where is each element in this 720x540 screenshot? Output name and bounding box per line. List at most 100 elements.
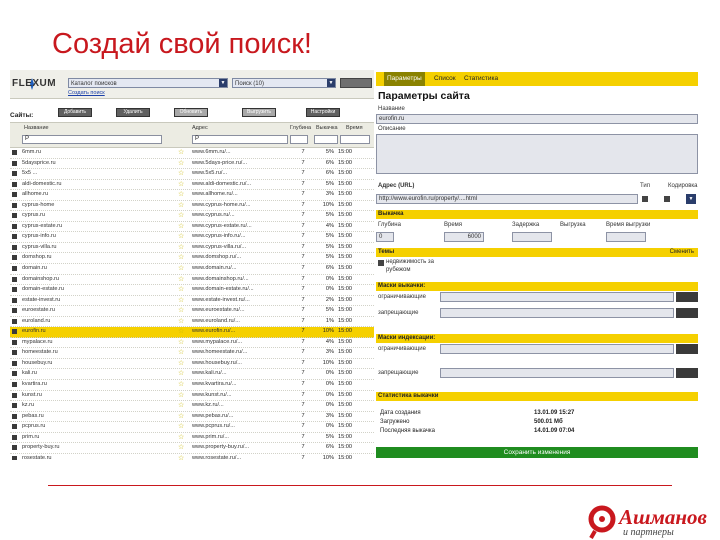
export-time-input[interactable] bbox=[606, 232, 646, 242]
star-icon[interactable]: ☆ bbox=[178, 201, 184, 210]
table-row[interactable]: domain.ru ☆ www.domain.ru/... 7 6% 15:00 bbox=[10, 264, 374, 275]
table-row[interactable]: kali.ru ☆ www.kali.ru/... 7 0% 15:00 bbox=[10, 369, 374, 381]
fetch-mask-deny-button[interactable] bbox=[676, 308, 698, 318]
table-row[interactable]: estate-invest.ru ☆ www.estate-invest.ru/..… bbox=[10, 296, 374, 307]
name-input[interactable]: eurofin.ru bbox=[376, 114, 698, 124]
star-icon[interactable]: ☆ bbox=[178, 317, 184, 326]
row-checkbox[interactable] bbox=[12, 255, 17, 261]
star-icon[interactable]: ☆ bbox=[178, 264, 184, 273]
row-checkbox[interactable] bbox=[12, 202, 17, 208]
col-depth-header[interactable]: Глубина bbox=[290, 125, 311, 131]
fetch-mask-allow-button[interactable] bbox=[676, 292, 698, 302]
row-checkbox[interactable] bbox=[12, 297, 17, 303]
row-checkbox[interactable] bbox=[12, 266, 17, 272]
table-row[interactable]: cyprus-info.ru ☆ www.cyprus-info.ru/... 7 5%… bbox=[10, 232, 374, 243]
tab-params[interactable]: Параметры bbox=[384, 72, 425, 86]
url-input[interactable]: http://www.eurofin.ru/property/....html bbox=[376, 194, 638, 204]
tab-stats[interactable]: Статистика bbox=[464, 72, 498, 86]
star-icon[interactable]: ☆ bbox=[178, 190, 184, 199]
star-icon[interactable]: ☆ bbox=[178, 348, 184, 357]
table-row[interactable]: cyprus.ru ☆ www.cyprus.ru/... 7 5% 15:00 bbox=[10, 211, 374, 222]
fetch-filter-input[interactable] bbox=[314, 135, 338, 144]
settings-button[interactable]: Настройки bbox=[306, 108, 340, 117]
row-checkbox[interactable] bbox=[12, 244, 17, 250]
row-checkbox[interactable] bbox=[12, 350, 17, 356]
star-icon[interactable]: ☆ bbox=[178, 232, 184, 241]
star-icon[interactable]: ☆ bbox=[178, 422, 184, 431]
table-row[interactable]: property-buy.ru ☆ www.property-buy.ru/... 7… bbox=[10, 443, 374, 454]
star-icon[interactable]: ☆ bbox=[178, 306, 184, 315]
save-changes-button[interactable]: Сохранить изменения bbox=[376, 447, 698, 458]
export-button[interactable]: Выгрузить bbox=[242, 108, 276, 117]
col-url-header[interactable]: Адрес bbox=[192, 125, 208, 131]
table-row[interactable]: pebas.ru ☆ www.pebas.ru/... 7 3% 15:00 bbox=[10, 412, 374, 423]
row-checkbox[interactable] bbox=[12, 318, 17, 324]
desc-textarea[interactable] bbox=[376, 134, 698, 174]
row-checkbox[interactable] bbox=[12, 171, 17, 177]
table-row[interactable]: euroestate.ru ☆ www.euroestate.ru/... 7 5% 15… bbox=[10, 306, 374, 317]
star-icon[interactable]: ☆ bbox=[178, 159, 184, 168]
table-row[interactable]: euroland.ru ☆ www.euroland.ru/... 7 1% 15:00 bbox=[10, 317, 374, 328]
row-checkbox[interactable] bbox=[12, 445, 17, 451]
row-checkbox[interactable] bbox=[12, 382, 17, 388]
row-checkbox[interactable] bbox=[12, 455, 17, 460]
table-row[interactable]: housebuy.ru ☆ www.housebuy.ru/... 7 10% 15:00 bbox=[10, 359, 374, 370]
row-checkbox[interactable] bbox=[12, 339, 17, 345]
depth-filter-input[interactable] bbox=[290, 135, 308, 144]
add-button[interactable]: Добавить bbox=[58, 108, 92, 117]
table-row[interactable]: kz.ru ☆ www.kz.ru/... 7 0% 15:00 bbox=[10, 401, 374, 412]
row-checkbox[interactable] bbox=[12, 287, 17, 293]
star-icon[interactable]: ☆ bbox=[178, 243, 184, 252]
star-icon[interactable]: ☆ bbox=[178, 253, 184, 262]
filter-select[interactable]: Поиск (10) ▼ bbox=[232, 78, 336, 88]
index-mask-deny-input[interactable] bbox=[440, 368, 674, 378]
star-icon[interactable]: ☆ bbox=[178, 211, 184, 220]
star-icon[interactable]: ☆ bbox=[178, 369, 184, 378]
star-icon[interactable]: ☆ bbox=[178, 275, 184, 284]
star-icon[interactable]: ☆ bbox=[178, 338, 184, 347]
star-icon[interactable]: ☆ bbox=[178, 401, 184, 410]
col-fetch-header[interactable]: Выкачка bbox=[316, 125, 338, 131]
row-checkbox[interactable] bbox=[12, 150, 17, 155]
type-checkbox[interactable] bbox=[642, 196, 648, 202]
table-row[interactable]: kvartira.ru ☆ www.kvartira.ru/... 7 0% 15:00 bbox=[10, 380, 374, 391]
row-checkbox[interactable] bbox=[12, 371, 17, 377]
table-row[interactable]: cyprus-home ☆ www.cyprus-home.ru/... 7 10% 15… bbox=[10, 201, 374, 212]
star-icon[interactable]: ☆ bbox=[178, 359, 184, 368]
row-checkbox[interactable] bbox=[12, 403, 17, 409]
table-row[interactable]: cyprus-estate.ru ☆ www.cyprus-estate.ru/..… bbox=[10, 222, 374, 233]
row-checkbox[interactable] bbox=[12, 392, 17, 398]
row-checkbox[interactable] bbox=[12, 234, 17, 240]
url-filter-input[interactable]: Р bbox=[192, 135, 288, 144]
star-icon[interactable]: ☆ bbox=[178, 148, 184, 157]
star-icon[interactable]: ☆ bbox=[178, 222, 184, 231]
index-mask-allow-button[interactable] bbox=[676, 344, 698, 354]
table-row[interactable]: prim.ru ☆ www.prim.ru/... 7 5% 15:00 bbox=[10, 433, 374, 444]
fetch-mask-deny-input[interactable] bbox=[440, 308, 674, 318]
col-time-header[interactable]: Время bbox=[346, 125, 363, 131]
table-row[interactable]: mypalace.ru ☆ www.mypalace.ru/... 7 4% 15:00 bbox=[10, 338, 374, 349]
tab-list[interactable]: Список bbox=[434, 72, 456, 86]
table-row[interactable]: eurofin.ru ☆ www.eurofin.ru/... 7 10% 15:00 bbox=[10, 327, 374, 338]
fetch-mask-allow-input[interactable] bbox=[440, 292, 674, 302]
star-icon[interactable]: ☆ bbox=[178, 454, 184, 460]
row-checkbox[interactable] bbox=[12, 424, 17, 430]
col-name-header[interactable]: Название bbox=[24, 125, 49, 131]
delay-input[interactable] bbox=[512, 232, 552, 242]
row-checkbox[interactable] bbox=[12, 160, 17, 166]
star-icon[interactable]: ☆ bbox=[178, 169, 184, 178]
row-checkbox[interactable] bbox=[12, 223, 17, 229]
table-row[interactable]: aldi-domestic.ru ☆ www.aldi-domestic.ru/..… bbox=[10, 180, 374, 191]
row-checkbox[interactable] bbox=[12, 329, 17, 335]
star-icon[interactable]: ☆ bbox=[178, 443, 184, 452]
row-checkbox[interactable] bbox=[12, 434, 17, 440]
table-row[interactable]: kunst.ru ☆ www.kunst.ru/... 7 0% 15:00 bbox=[10, 391, 374, 402]
star-icon[interactable]: ☆ bbox=[178, 433, 184, 442]
depth-input[interactable]: 0 bbox=[376, 232, 394, 242]
table-row[interactable]: homeestate.ru ☆ www.homeestate.ru/... 7 3% 15… bbox=[10, 348, 374, 359]
table-row[interactable]: domshop.ru ☆ www.domshop.ru/... 7 5% 15:00 bbox=[10, 253, 374, 265]
row-checkbox[interactable] bbox=[12, 308, 17, 314]
table-row[interactable]: 5daysprice.ru ☆ www.5days-price.ru/... 7 6% 1… bbox=[10, 159, 374, 170]
star-icon[interactable]: ☆ bbox=[178, 180, 184, 189]
table-row[interactable]: domainshop.ru ☆ www.domainshop.ru/... 7 0% 15… bbox=[10, 275, 374, 286]
